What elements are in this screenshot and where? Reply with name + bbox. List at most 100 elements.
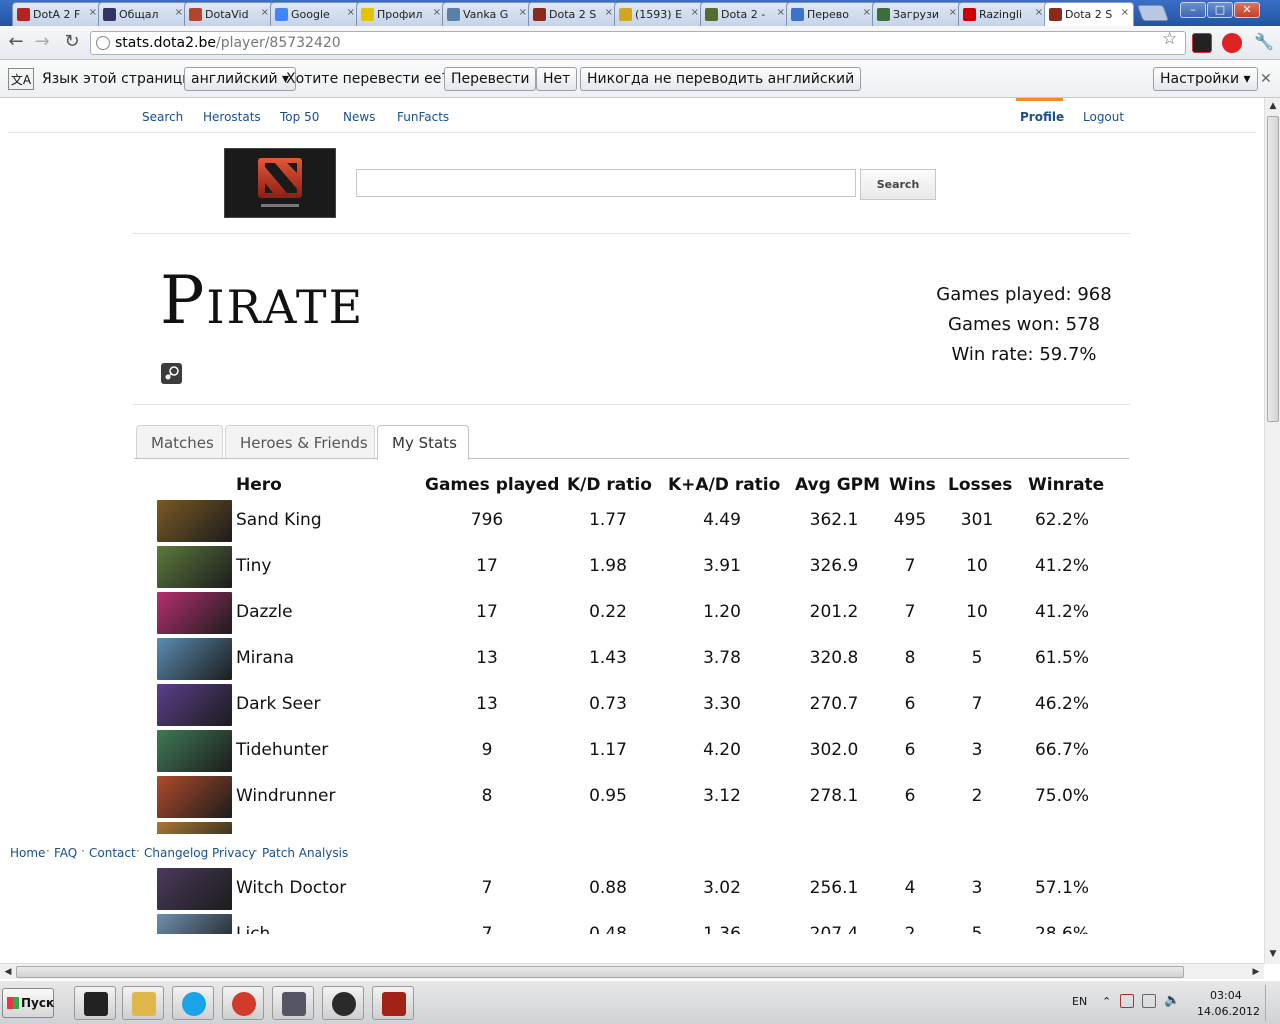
cell-hero-name[interactable]: Lich	[236, 924, 270, 934]
browser-tab[interactable]: Перево ×	[786, 2, 876, 26]
scroll-right-icon[interactable]: ▶	[1248, 964, 1264, 980]
tab-heroes-friends[interactable]: Heroes & Friends	[225, 425, 375, 459]
close-infobar-icon[interactable]: ✕	[1260, 71, 1272, 87]
hero-portrait[interactable]	[157, 914, 232, 934]
horizontal-scroll-thumb[interactable]	[16, 966, 1184, 978]
nav-profile[interactable]: Profile	[1020, 110, 1064, 124]
translate-button[interactable]: Перевести	[444, 67, 537, 91]
hero-portrait[interactable]	[157, 868, 232, 910]
tab-close-icon[interactable]: ×	[433, 7, 441, 18]
col-kad-ratio[interactable]: K+A/D ratio	[668, 475, 780, 495]
cell-hero-name[interactable]: Witch Doctor	[236, 878, 346, 898]
never-translate-button[interactable]: Никогда не переводить английский	[580, 67, 862, 91]
translate-settings-button[interactable]: Настройки ▾	[1153, 67, 1258, 91]
nav-search[interactable]: Search	[142, 110, 183, 124]
cell-hero-name[interactable]: Dark Seer	[236, 694, 320, 714]
new-tab-button[interactable]	[1137, 5, 1169, 21]
keyboard-language[interactable]: EN	[1072, 995, 1087, 1008]
search-button[interactable]: Search	[860, 169, 936, 200]
browser-tab[interactable]: Общал ×	[98, 2, 188, 26]
maximize-button[interactable]: □	[1207, 2, 1233, 18]
language-select[interactable]: английский ▾	[184, 67, 297, 91]
tab-close-icon[interactable]: ×	[691, 7, 699, 18]
cell-hero-name[interactable]: Tidehunter	[236, 740, 328, 760]
browser-tab[interactable]: Google ×	[270, 2, 360, 26]
cell-hero-name[interactable]: Dazzle	[236, 602, 293, 622]
col-avg-gpm[interactable]: Avg GPM	[795, 475, 880, 495]
clock-time[interactable]: 03:04	[1210, 989, 1242, 1002]
tray-app-icon[interactable]	[1120, 994, 1134, 1008]
reload-icon[interactable]: ↻	[60, 32, 84, 54]
browser-tab[interactable]: Профил ×	[356, 2, 446, 26]
tab-close-icon[interactable]: ×	[863, 7, 871, 18]
tab-close-icon[interactable]: ×	[1121, 7, 1129, 18]
hero-portrait[interactable]	[157, 638, 232, 680]
footer-patch-analysis[interactable]: Patch Analysis	[262, 846, 348, 860]
tab-close-icon[interactable]: ×	[1035, 7, 1043, 18]
taskbar-app-button[interactable]	[172, 986, 214, 1020]
network-icon[interactable]	[1142, 994, 1156, 1008]
cell-hero-name[interactable]: Sand King	[236, 510, 322, 530]
nav-news[interactable]: News	[343, 110, 375, 124]
footer-privacy[interactable]: Privacy	[212, 846, 255, 860]
footer-faq[interactable]: FAQ	[54, 846, 77, 860]
col-games-played[interactable]: Games played	[425, 475, 559, 495]
browser-tab[interactable]: Dota 2 S ×	[528, 2, 618, 26]
col-winrate[interactable]: Winrate	[1028, 475, 1104, 495]
browser-tab[interactable]: (1593) E ×	[614, 2, 704, 26]
taskbar-app-button[interactable]	[222, 986, 264, 1020]
address-bar[interactable]: stats.dota2.be/player/85732420	[90, 31, 1186, 55]
taskbar-app-button[interactable]	[272, 986, 314, 1020]
col-hero[interactable]: Hero	[236, 475, 282, 495]
show-desktop-button[interactable]	[1265, 985, 1279, 1021]
hero-portrait[interactable]	[157, 684, 232, 726]
nav-top50[interactable]: Top 50	[280, 110, 319, 124]
hero-portrait[interactable]	[157, 500, 232, 542]
extension-icon[interactable]	[1192, 33, 1212, 53]
bookmark-star-icon[interactable]: ☆	[1162, 29, 1177, 49]
nav-funfacts[interactable]: FunFacts	[397, 110, 449, 124]
horizontal-scrollbar[interactable]: ◀ ▶	[0, 963, 1264, 979]
forward-icon[interactable]: →	[30, 32, 54, 54]
hero-portrait[interactable]	[157, 776, 232, 818]
browser-tab[interactable]: Dota 2 S ×	[1044, 2, 1134, 26]
back-icon[interactable]: ←	[4, 32, 28, 54]
tab-close-icon[interactable]: ×	[519, 7, 527, 18]
footer-changelog[interactable]: Changelog	[144, 846, 208, 860]
volume-icon[interactable]: 🔈	[1164, 993, 1180, 1008]
nav-herostats[interactable]: Herostats	[203, 110, 261, 124]
browser-tab[interactable]: Dota 2 - ×	[700, 2, 790, 26]
minimize-button[interactable]: –	[1180, 2, 1206, 18]
tab-close-icon[interactable]: ×	[347, 7, 355, 18]
taskbar-app-button[interactable]	[372, 986, 414, 1020]
scroll-left-icon[interactable]: ◀	[0, 964, 16, 980]
footer-contact[interactable]: Contact	[89, 846, 136, 860]
tab-close-icon[interactable]: ×	[175, 7, 183, 18]
browser-tab[interactable]: DotA 2 F ×	[12, 2, 102, 26]
hero-portrait[interactable]	[157, 592, 232, 634]
cell-hero-name[interactable]: Tiny	[236, 556, 271, 576]
cell-hero-name[interactable]: Windrunner	[236, 786, 336, 806]
hero-portrait[interactable]	[157, 546, 232, 588]
scroll-down-icon[interactable]: ▼	[1265, 946, 1280, 962]
start-button[interactable]: Пуск	[2, 988, 54, 1018]
tab-close-icon[interactable]: ×	[777, 7, 785, 18]
no-translate-button[interactable]: Нет	[536, 67, 578, 91]
steam-icon[interactable]	[161, 363, 182, 384]
tab-close-icon[interactable]: ×	[949, 7, 957, 18]
cell-hero-name[interactable]: Mirana	[236, 648, 294, 668]
nav-logout[interactable]: Logout	[1083, 110, 1124, 124]
adblock-icon[interactable]	[1222, 33, 1242, 53]
close-window-button[interactable]: ✕	[1234, 2, 1260, 18]
hero-portrait[interactable]	[157, 730, 232, 772]
wrench-icon[interactable]: 🔧	[1252, 32, 1276, 54]
browser-tab[interactable]: DotaVid ×	[184, 2, 274, 26]
col-kd-ratio[interactable]: K/D ratio	[567, 475, 652, 495]
tab-close-icon[interactable]: ×	[261, 7, 269, 18]
vertical-scrollbar[interactable]: ▲ ▼	[1264, 98, 1280, 964]
browser-tab[interactable]: Vanka G ×	[442, 2, 532, 26]
browser-tab[interactable]: Загрузи ×	[872, 2, 962, 26]
col-losses[interactable]: Losses	[948, 475, 1012, 495]
col-wins[interactable]: Wins	[889, 475, 936, 495]
taskbar-app-button[interactable]	[122, 986, 164, 1020]
